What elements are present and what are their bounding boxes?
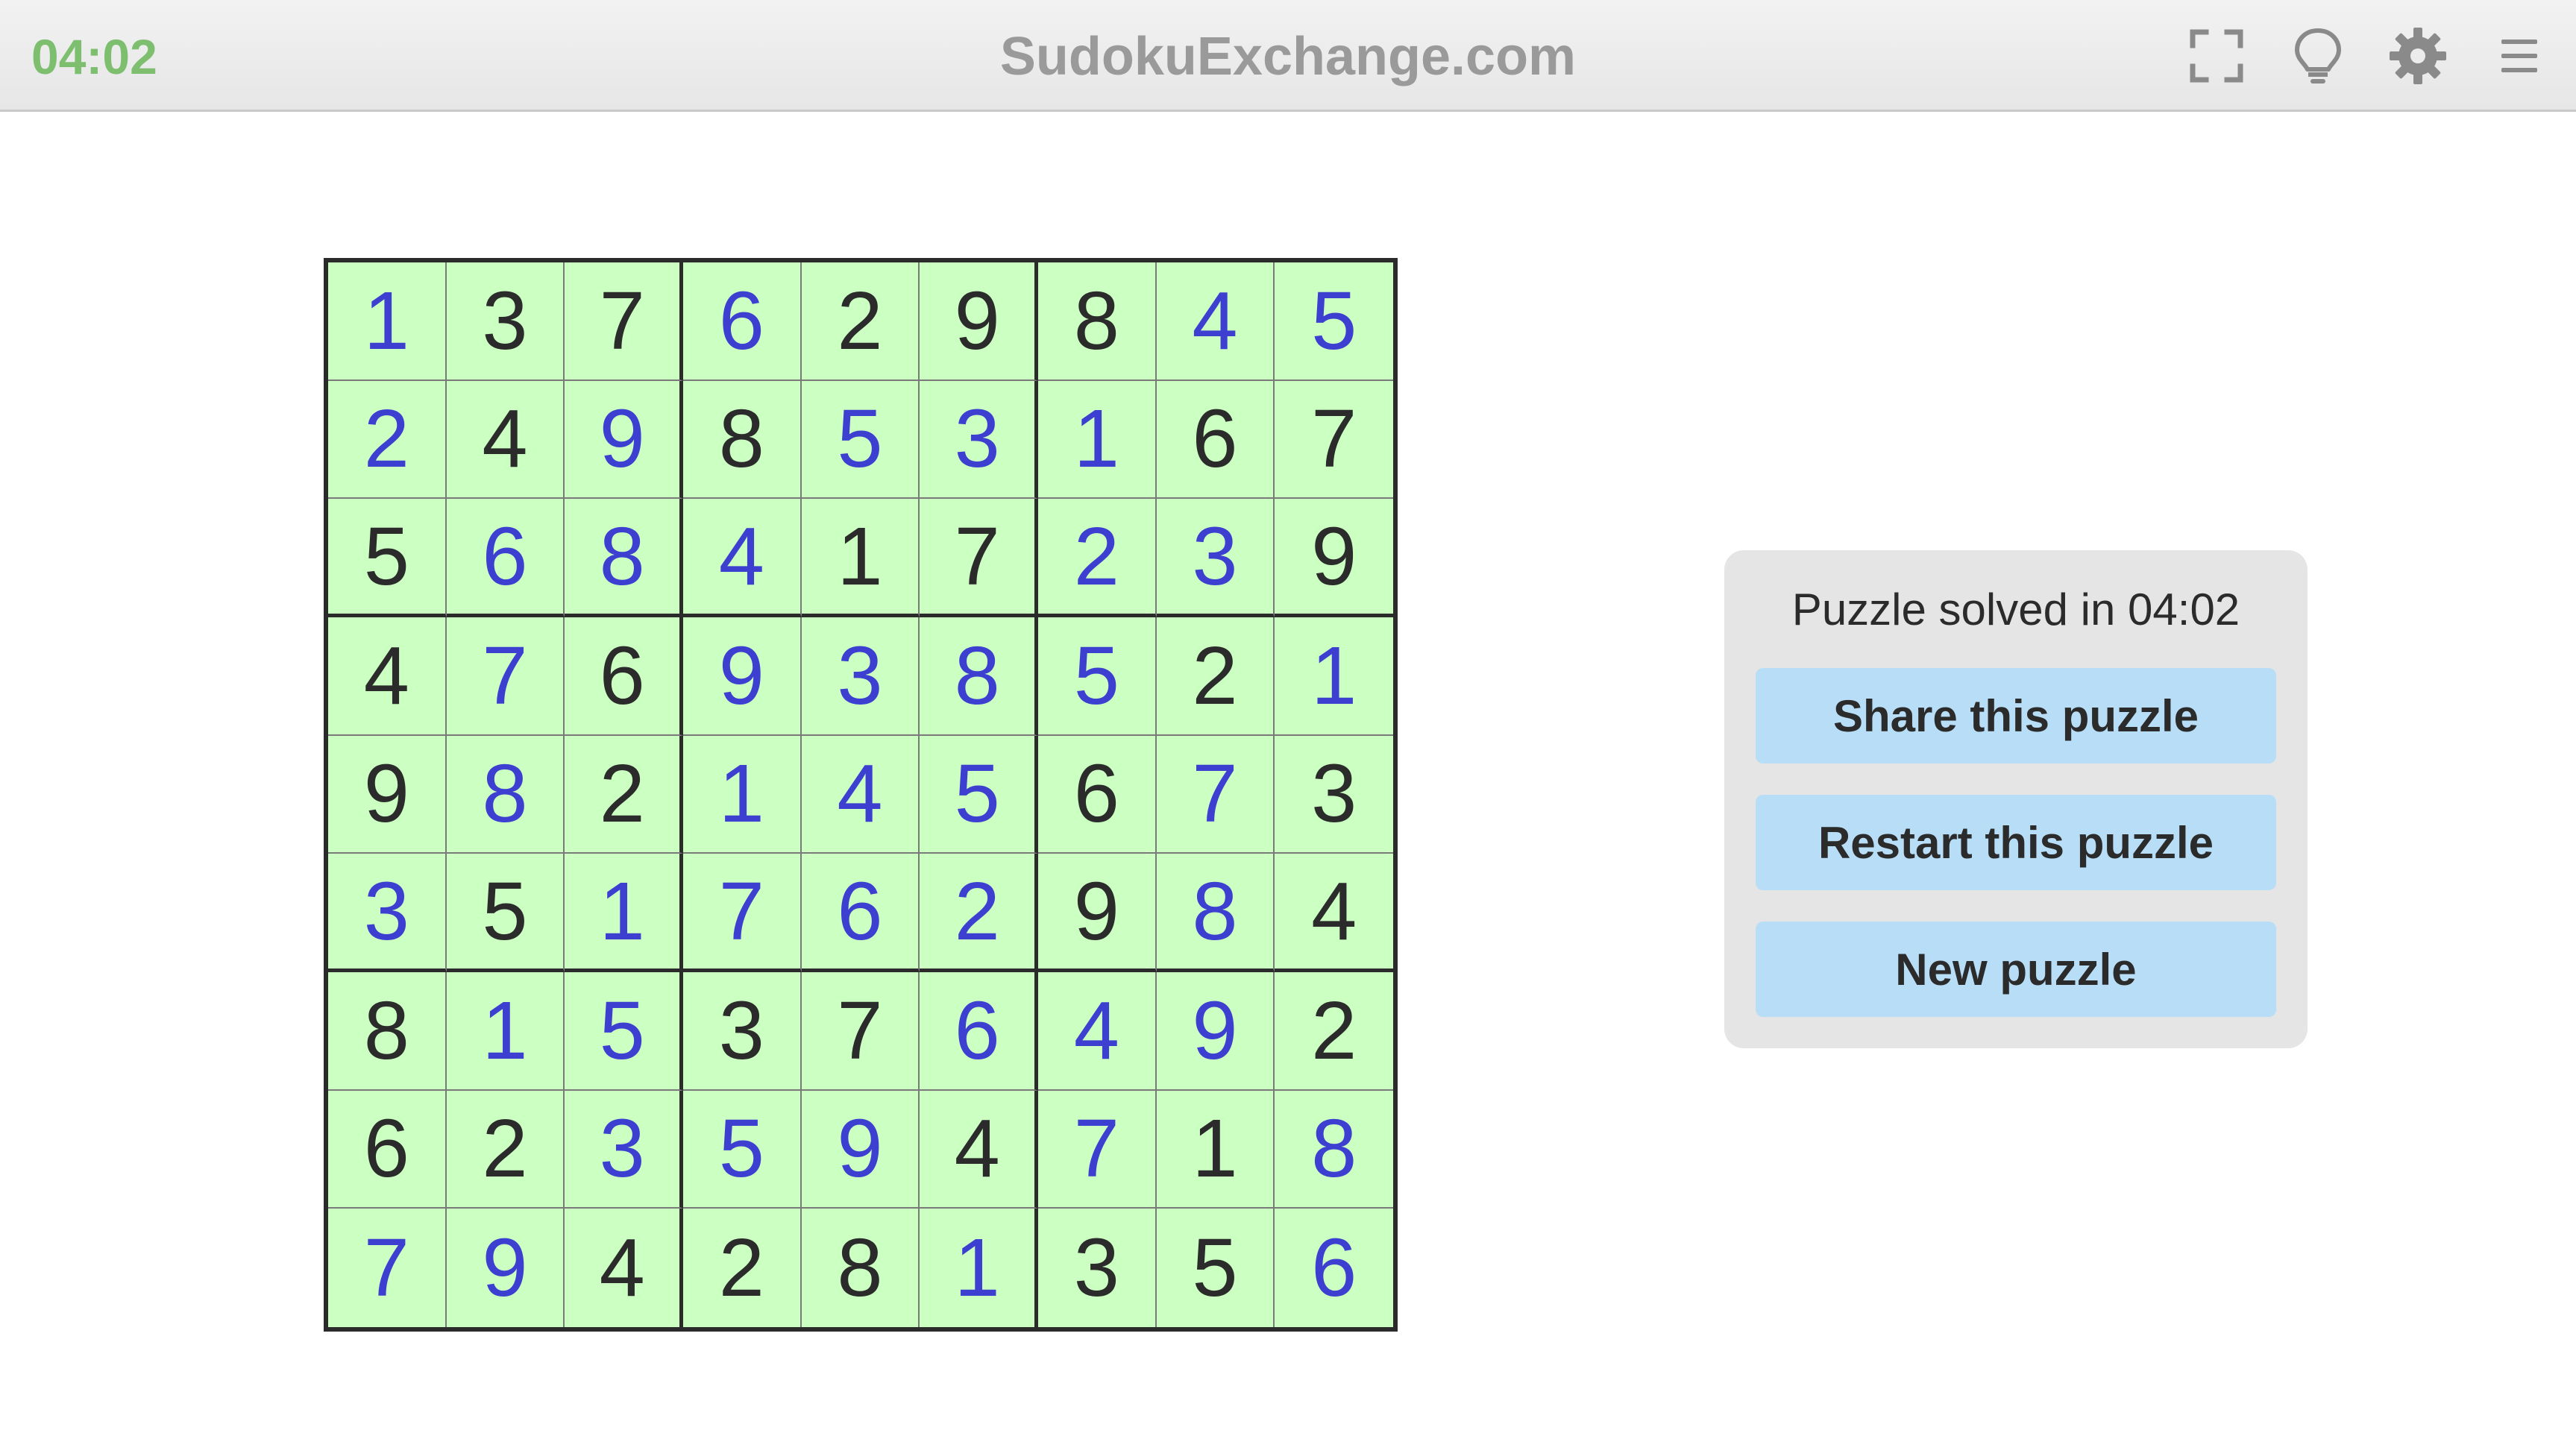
sudoku-cell[interactable]: 4 [801, 735, 920, 854]
sudoku-cell[interactable]: 7 [1038, 1090, 1157, 1209]
sudoku-cell[interactable]: 6 [1038, 735, 1157, 854]
sudoku-cell[interactable]: 7 [1156, 735, 1275, 854]
sudoku-cell[interactable]: 6 [1156, 380, 1275, 500]
lightbulb-icon[interactable] [2288, 26, 2348, 86]
sudoku-cell[interactable]: 4 [328, 617, 447, 736]
restart-puzzle-button[interactable]: Restart this puzzle [1756, 795, 2276, 890]
sudoku-cell[interactable]: 9 [683, 617, 802, 736]
sudoku-cell[interactable]: 4 [920, 1090, 1038, 1209]
sudoku-cell[interactable]: 5 [801, 380, 920, 500]
sudoku-cell[interactable]: 6 [565, 617, 683, 736]
sudoku-cell[interactable]: 5 [1156, 1209, 1275, 1327]
sudoku-cell[interactable]: 2 [801, 262, 920, 381]
sudoku-cell[interactable]: 5 [1038, 617, 1157, 736]
sudoku-grid: 1376298452498531675684172394769385219821… [324, 258, 1398, 1332]
sudoku-cell[interactable]: 3 [801, 617, 920, 736]
fullscreen-icon[interactable] [2187, 26, 2246, 86]
sudoku-cell[interactable]: 2 [1275, 972, 1393, 1091]
sudoku-cell[interactable]: 3 [1156, 499, 1275, 617]
sudoku-cell[interactable]: 1 [1156, 1090, 1275, 1209]
sudoku-cell[interactable]: 7 [446, 617, 565, 736]
sudoku-cell[interactable]: 7 [328, 1209, 447, 1327]
sudoku-cell[interactable]: 5 [1275, 262, 1393, 381]
new-puzzle-button[interactable]: New puzzle [1756, 922, 2276, 1017]
sudoku-cell[interactable]: 7 [920, 499, 1038, 617]
sudoku-cell[interactable]: 1 [565, 854, 683, 972]
sudoku-cell[interactable]: 7 [565, 262, 683, 381]
sudoku-cell[interactable]: 4 [1156, 262, 1275, 381]
sudoku-cell[interactable]: 5 [328, 499, 447, 617]
menu-icon[interactable] [2489, 26, 2549, 86]
sudoku-cell[interactable]: 1 [1275, 617, 1393, 736]
sudoku-cell[interactable]: 7 [801, 972, 920, 1091]
sudoku-cell[interactable]: 4 [1275, 854, 1393, 972]
sudoku-cell[interactable]: 1 [920, 1209, 1038, 1327]
sudoku-cell[interactable]: 6 [1275, 1209, 1393, 1327]
sudoku-cell[interactable]: 8 [565, 499, 683, 617]
sudoku-cell[interactable]: 9 [1038, 854, 1157, 972]
sudoku-cell[interactable]: 2 [328, 380, 447, 500]
sudoku-cell[interactable]: 8 [801, 1209, 920, 1327]
sudoku-cell[interactable]: 6 [801, 854, 920, 972]
sudoku-cell[interactable]: 3 [1038, 1209, 1157, 1327]
sudoku-cell[interactable]: 1 [1038, 380, 1157, 500]
sudoku-cell[interactable]: 2 [446, 1090, 565, 1209]
gear-icon[interactable] [2388, 26, 2448, 86]
sudoku-cell[interactable]: 5 [446, 854, 565, 972]
sudoku-cell[interactable]: 8 [1156, 854, 1275, 972]
sudoku-cell[interactable]: 9 [565, 380, 683, 500]
sudoku-cell[interactable]: 3 [565, 1090, 683, 1209]
sudoku-cell[interactable]: 9 [920, 262, 1038, 381]
sudoku-cell[interactable]: 9 [446, 1209, 565, 1327]
sudoku-cell[interactable]: 1 [801, 499, 920, 617]
sudoku-cell[interactable]: 4 [1038, 972, 1157, 1091]
sudoku-cell[interactable]: 2 [1038, 499, 1157, 617]
sudoku-cell[interactable]: 7 [1275, 380, 1393, 500]
sudoku-cell[interactable]: 8 [328, 972, 447, 1091]
top-bar: 04:02 SudokuExchange.com [0, 0, 2576, 112]
sudoku-cell[interactable]: 1 [328, 262, 447, 381]
share-puzzle-button[interactable]: Share this puzzle [1756, 668, 2276, 763]
sudoku-cell[interactable]: 6 [683, 262, 802, 381]
sudoku-cell[interactable]: 8 [446, 735, 565, 854]
sudoku-cell[interactable]: 4 [683, 499, 802, 617]
sudoku-cell[interactable]: 6 [446, 499, 565, 617]
sudoku-cell[interactable]: 1 [683, 735, 802, 854]
sudoku-cell[interactable]: 3 [1275, 735, 1393, 854]
sudoku-cell[interactable]: 4 [565, 1209, 683, 1327]
solved-panel: Puzzle solved in 04:02 Share this puzzle… [1724, 550, 2308, 1048]
sudoku-cell[interactable]: 3 [683, 972, 802, 1091]
sudoku-cell[interactable]: 9 [1156, 972, 1275, 1091]
sudoku-cell[interactable]: 9 [328, 735, 447, 854]
sudoku-cell[interactable]: 6 [328, 1090, 447, 1209]
sudoku-cell[interactable]: 5 [683, 1090, 802, 1209]
sudoku-cell[interactable]: 9 [1275, 499, 1393, 617]
sudoku-cell[interactable]: 1 [446, 972, 565, 1091]
sudoku-cell[interactable]: 8 [1038, 262, 1157, 381]
sudoku-cell[interactable]: 6 [920, 972, 1038, 1091]
sudoku-cell[interactable]: 3 [920, 380, 1038, 500]
sudoku-cell[interactable]: 7 [683, 854, 802, 972]
sudoku-cell[interactable]: 3 [328, 854, 447, 972]
sudoku-cell[interactable]: 8 [1275, 1090, 1393, 1209]
sudoku-cell[interactable]: 5 [920, 735, 1038, 854]
solved-message: Puzzle solved in 04:02 [1791, 585, 2240, 634]
sudoku-cell[interactable]: 5 [565, 972, 683, 1091]
sudoku-cell[interactable]: 2 [920, 854, 1038, 972]
sudoku-cell[interactable]: 2 [683, 1209, 802, 1327]
sudoku-cell[interactable]: 4 [446, 380, 565, 500]
sudoku-cell[interactable]: 2 [565, 735, 683, 854]
sudoku-cell[interactable]: 8 [683, 380, 802, 500]
sudoku-cell[interactable]: 8 [920, 617, 1038, 736]
sudoku-cell[interactable]: 3 [446, 262, 565, 381]
sudoku-cell[interactable]: 9 [801, 1090, 920, 1209]
sudoku-cell[interactable]: 2 [1156, 617, 1275, 736]
